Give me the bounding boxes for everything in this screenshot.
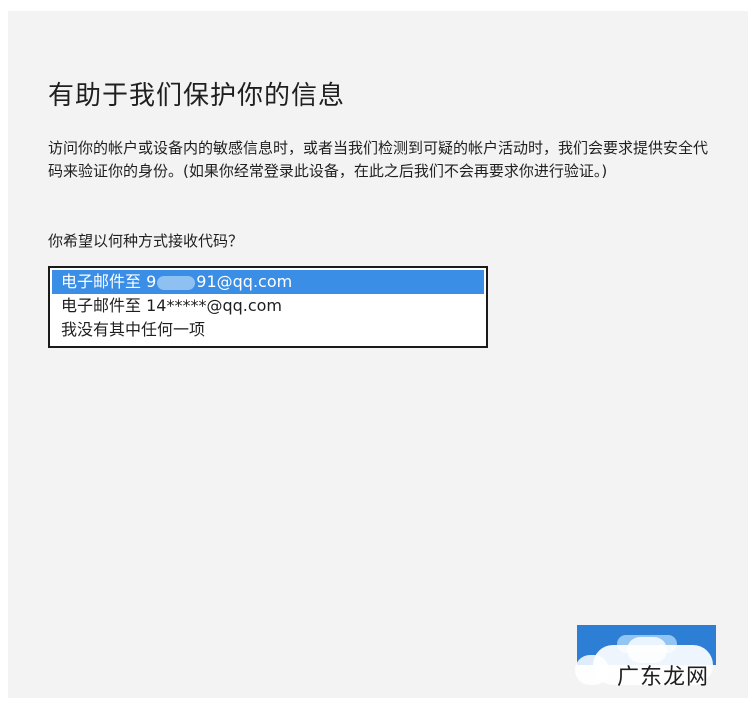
page-title: 有助于我们保护你的信息 [48, 81, 346, 111]
dialog-panel: 有助于我们保护你的信息 访问你的帐户或设备内的敏感信息时，或者当我们检测到可疑的… [8, 11, 748, 698]
option-email-1-suffix: 91@qq.com [196, 272, 293, 291]
question-label: 你希望以何种方式接收代码？ [48, 232, 244, 250]
description-text: 访问你的帐户或设备内的敏感信息时，或者当我们检测到可疑的帐户活动时，我们会要求提… [48, 139, 709, 180]
option-email-1[interactable]: 电子邮件至 9 91@qq.com [52, 270, 484, 294]
redacted-mask [157, 275, 196, 290]
option-none[interactable]: 我没有其中任何一项 [52, 318, 484, 342]
code-method-listbox[interactable]: 电子邮件至 9 91@qq.com 电子邮件至 14*****@qq.com 我没… [48, 266, 488, 348]
option-email-2[interactable]: 电子邮件至 14*****@qq.com [52, 294, 484, 318]
option-email-1-prefix: 电子邮件至 9 [61, 272, 157, 291]
next-button[interactable] [577, 625, 716, 665]
blurred-button-label [617, 635, 677, 653]
